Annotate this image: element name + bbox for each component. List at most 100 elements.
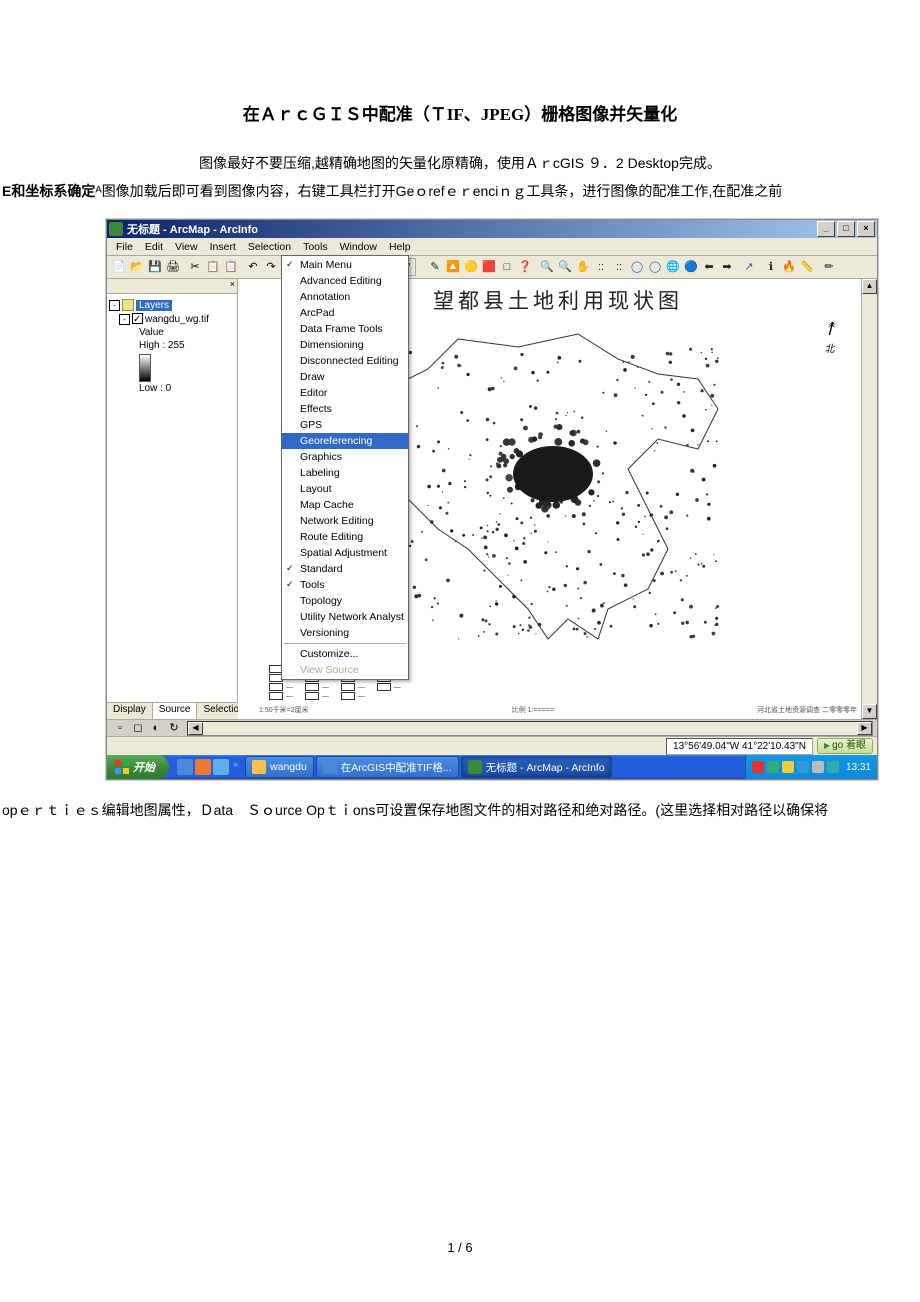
toolbar-icon[interactable]: 🟡 [462, 258, 480, 276]
toolbar-menu-item[interactable]: Advanced Editing [282, 273, 408, 289]
view-mode-icon[interactable]: ▫ [111, 719, 129, 737]
vertical-scrollbar[interactable]: ▲ ▼ [861, 279, 877, 719]
menu-selection[interactable]: Selection [243, 241, 296, 253]
go-button[interactable]: go 着眼 [817, 738, 873, 754]
taskbar-button[interactable]: 在ArcGIS中配准TIF格... [316, 756, 459, 778]
toolbar-menu-item[interactable]: Utility Network Analyst [282, 609, 408, 625]
toolbar-icon[interactable]: 🟥 [480, 258, 498, 276]
toolbar-icon[interactable]: ➡ [718, 258, 736, 276]
tray-icon[interactable] [782, 761, 794, 773]
toolbar-icon[interactable]: 🔥 [780, 258, 798, 276]
toolbar-menu-item[interactable]: Tools [282, 577, 408, 593]
toolbar-menu-item[interactable]: Layout [282, 481, 408, 497]
toolbar-icon[interactable]: ℹ [762, 258, 780, 276]
tray-icon[interactable] [812, 761, 824, 773]
view-mode-icon[interactable]: ◻ [129, 719, 147, 737]
toolbar-menu-item[interactable]: Route Editing [282, 529, 408, 545]
toolbar-menu-item[interactable]: Main Menu [282, 257, 408, 273]
horizontal-scrollbar[interactable]: ◀ ▶ [187, 721, 873, 736]
layer-checkbox[interactable]: ✓ [132, 313, 143, 324]
tree-collapse-icon[interactable]: - [119, 314, 130, 325]
toolbar-menu-item[interactable]: ArcPad [282, 305, 408, 321]
toolbar-icon[interactable]: 🖨 [164, 258, 182, 276]
toolbar-icon[interactable]: 🔍 [556, 258, 574, 276]
minimize-button[interactable]: _ [817, 221, 835, 237]
taskbar-button[interactable]: 无标题 - ArcMap - ArcInfo [461, 756, 612, 778]
quick-launch-expand-icon[interactable]: » [231, 759, 240, 775]
toolbar-menu-item[interactable]: Effects [282, 401, 408, 417]
toolbars-context-menu[interactable]: Main MenuAdvanced EditingAnnotationArcPa… [281, 255, 409, 680]
raster-layer-name[interactable]: wangdu_wg.tif [145, 314, 209, 325]
toolbar-icon[interactable]: ✎ [426, 258, 444, 276]
scroll-up-button[interactable]: ▲ [862, 279, 877, 294]
toolbar-menu-item[interactable]: Graphics [282, 449, 408, 465]
quick-launch-icon[interactable] [195, 759, 211, 775]
view-mode-icon[interactable]: ↻ [165, 719, 183, 737]
toc-close-icon[interactable]: × [230, 279, 235, 289]
taskbar-button[interactable]: wangdu [245, 756, 314, 778]
toolbar-icon[interactable]: 📏 [798, 258, 816, 276]
tray-icon[interactable] [752, 761, 764, 773]
toolbar-icon[interactable]: 🌐 [664, 258, 682, 276]
toolbar-icon[interactable]: ❓ [516, 258, 534, 276]
toolbar-icon[interactable]: 📋 [204, 258, 222, 276]
toolbar-icon[interactable]: 📋 [222, 258, 240, 276]
toc-tab-display[interactable]: Display [107, 703, 153, 719]
quick-launch-icon[interactable] [213, 759, 229, 775]
toolbar-icon[interactable]: ↗ [740, 258, 758, 276]
toolbar-menu-item[interactable]: Network Editing [282, 513, 408, 529]
toolbar-icon[interactable]: □ [498, 258, 516, 276]
toc-tab-source[interactable]: Source [153, 703, 198, 719]
toolbar-menu-item[interactable]: Labeling [282, 465, 408, 481]
toolbar-icon[interactable]: :: [610, 258, 628, 276]
toolbar-icon[interactable]: 💾 [146, 258, 164, 276]
toolbar-icon[interactable]: ↶ [244, 258, 262, 276]
tray-icon[interactable] [827, 761, 839, 773]
toolbar-icon[interactable]: ✂ [186, 258, 204, 276]
menu-file[interactable]: File [111, 241, 138, 253]
toolbar-icon[interactable]: 🔼 [444, 258, 462, 276]
tree-collapse-icon[interactable]: - [109, 300, 120, 311]
toolbar-menu-item[interactable]: Georeferencing [282, 433, 408, 449]
menu-edit[interactable]: Edit [140, 241, 168, 253]
toolbar-menu-item[interactable]: Spatial Adjustment [282, 545, 408, 561]
toolbar-icon[interactable]: :: [592, 258, 610, 276]
scroll-right-button[interactable]: ▶ [857, 722, 872, 735]
toolbar-icon[interactable]: 🔵 [682, 258, 700, 276]
maximize-button[interactable]: □ [837, 221, 855, 237]
start-button[interactable]: 开始 [107, 755, 169, 779]
toolbar-icon[interactable]: ↷ [262, 258, 280, 276]
toolbar-icon[interactable]: 📂 [128, 258, 146, 276]
close-button[interactable]: × [857, 221, 875, 237]
menu-help[interactable]: Help [384, 241, 416, 253]
toolbar-menu-item[interactable]: Dimensioning [282, 337, 408, 353]
toolbar-menu-item[interactable]: Data Frame Tools [282, 321, 408, 337]
toolbar-icon[interactable]: 🔍 [538, 258, 556, 276]
toolbar-icon[interactable]: ⬅ [700, 258, 718, 276]
toolbar-menu-item[interactable]: Disconnected Editing [282, 353, 408, 369]
toolbar-menu-item[interactable]: Customize... [282, 646, 408, 662]
menu-view[interactable]: View [170, 241, 203, 253]
toolbar-icon[interactable]: ✏ [820, 258, 838, 276]
view-mode-icon[interactable]: ◐ [147, 719, 165, 737]
toolbar-icon[interactable]: ◯ [628, 258, 646, 276]
scroll-left-button[interactable]: ◀ [188, 722, 203, 735]
toolbar-menu-item[interactable]: Editor [282, 385, 408, 401]
toolbar-icon[interactable]: ✋ [574, 258, 592, 276]
tray-icon[interactable] [767, 761, 779, 773]
scroll-down-button[interactable]: ▼ [862, 704, 877, 719]
toc-tree[interactable]: -Layers -✓wangdu_wg.tif Value High : 255… [107, 294, 237, 702]
toolbar-icon[interactable]: ◯ [646, 258, 664, 276]
toolbar-menu-item[interactable]: Standard [282, 561, 408, 577]
quick-launch-icon[interactable] [177, 759, 193, 775]
menu-insert[interactable]: Insert [205, 241, 241, 253]
toolbar-menu-item[interactable]: GPS [282, 417, 408, 433]
menu-tools[interactable]: Tools [298, 241, 333, 253]
toolbar-menu-item[interactable]: Annotation [282, 289, 408, 305]
toolbar-menu-item[interactable]: Draw [282, 369, 408, 385]
menu-window[interactable]: Window [335, 241, 382, 253]
toolbar-menu-item[interactable]: Topology [282, 593, 408, 609]
toolbar-menu-item[interactable]: Map Cache [282, 497, 408, 513]
tray-icon[interactable] [797, 761, 809, 773]
toolbar-menu-item[interactable]: Versioning [282, 625, 408, 641]
